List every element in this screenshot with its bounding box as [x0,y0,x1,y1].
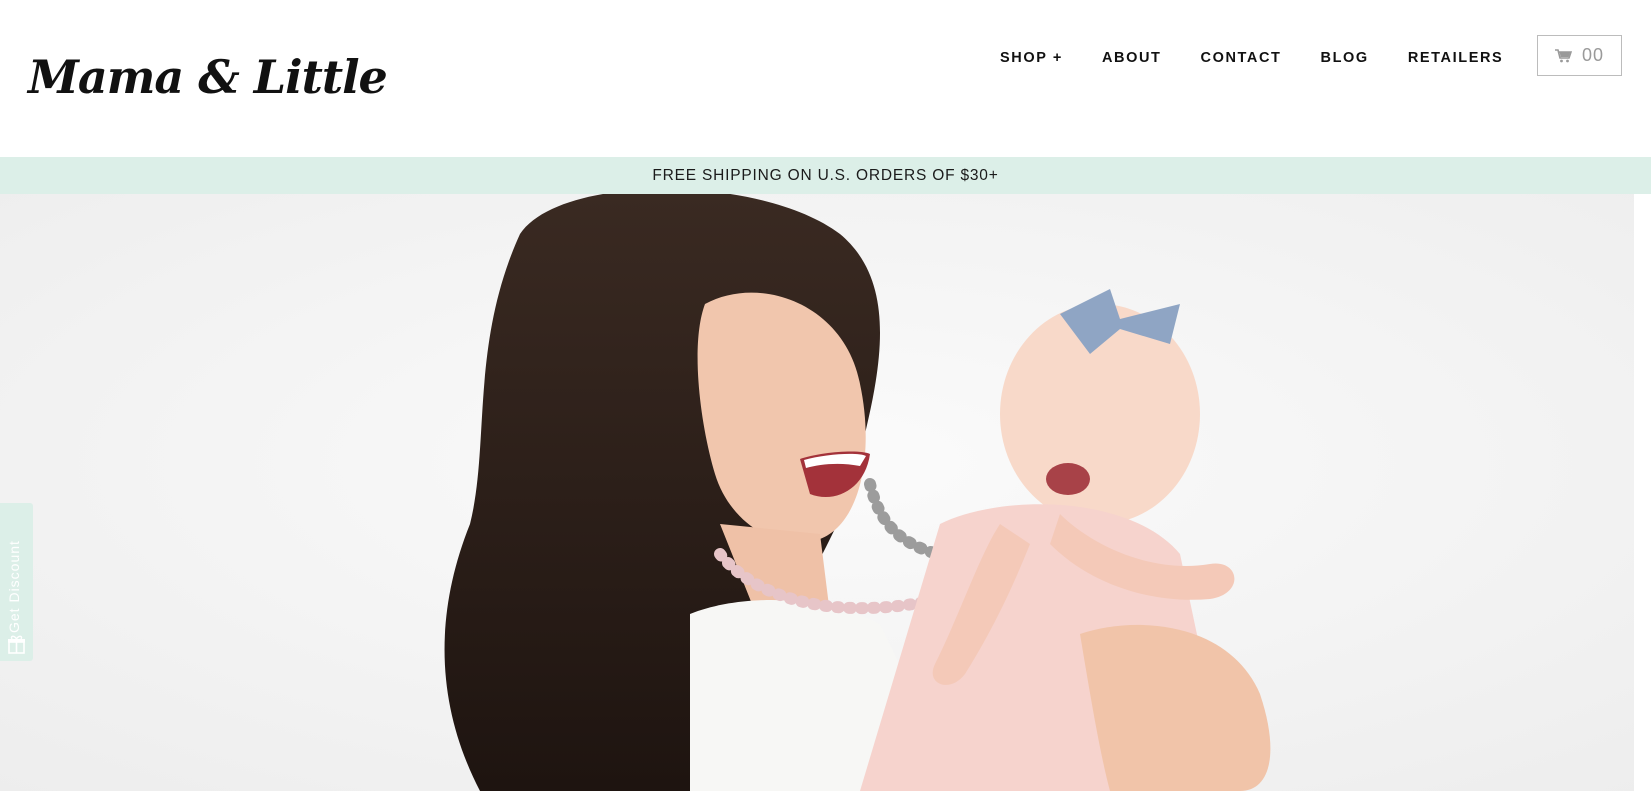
nav-item-contact[interactable]: CONTACT [1201,50,1282,66]
site-header: Mama & Little SHOP + ABOUT CONTACT BLOG … [0,0,1651,157]
nav-item-about[interactable]: ABOUT [1102,50,1162,66]
nav-item-blog[interactable]: BLOG [1321,50,1369,66]
hero-photo [0,194,1651,791]
nav-item-shop[interactable]: SHOP + [1000,50,1063,66]
main-nav: SHOP + ABOUT CONTACT BLOG RETAILERS [1000,47,1503,69]
page-edge [1634,194,1651,791]
promo-banner: FREE SHIPPING ON U.S. ORDERS OF $30+ [0,157,1651,194]
cart-count: 00 [1581,45,1605,65]
get-discount-tab[interactable]: Get Discount [0,503,33,661]
gift-icon [7,635,26,654]
hero-image [0,194,1651,791]
cart-icon [1554,48,1573,63]
get-discount-label: Get Discount [6,540,22,633]
logo-wordmark: Mama & Little [28,50,388,104]
brand-logo[interactable]: Mama & Little [26,44,388,114]
nav-item-retailers[interactable]: RETAILERS [1408,50,1504,66]
promo-text: FREE SHIPPING ON U.S. ORDERS OF $30+ [652,166,999,184]
cart-button[interactable]: 00 [1537,35,1622,76]
